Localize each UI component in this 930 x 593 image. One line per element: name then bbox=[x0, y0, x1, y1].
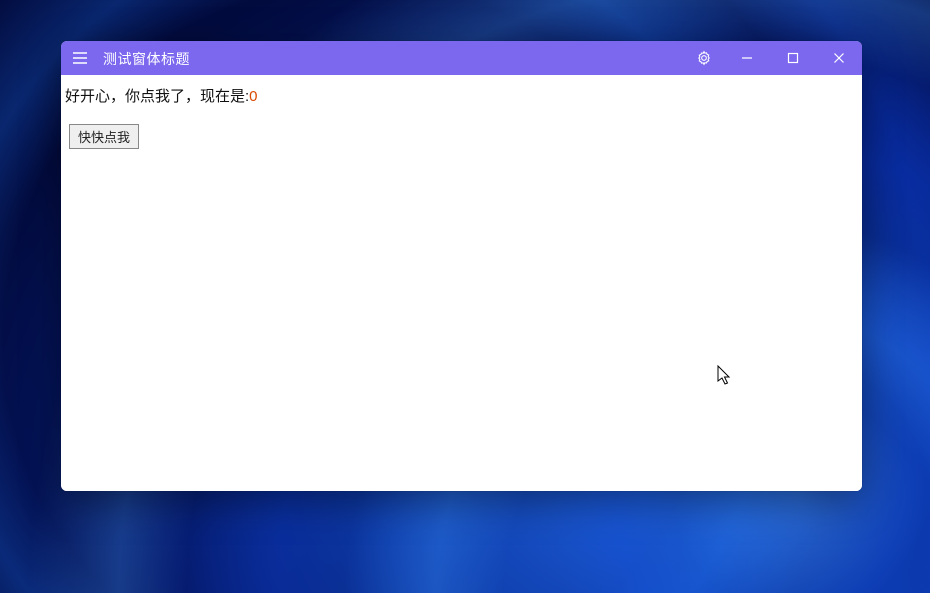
hamburger-menu-icon[interactable] bbox=[61, 41, 99, 75]
minimize-icon bbox=[741, 52, 753, 64]
menu-icon bbox=[72, 51, 88, 65]
click-count: 0 bbox=[249, 88, 257, 105]
maximize-button[interactable] bbox=[770, 41, 816, 75]
app-window: 测试窗体标题 bbox=[61, 41, 862, 491]
click-me-button[interactable]: 快快点我 bbox=[69, 124, 139, 149]
window-controls bbox=[684, 41, 862, 75]
minimize-button[interactable] bbox=[724, 41, 770, 75]
gear-icon bbox=[696, 50, 712, 66]
close-icon bbox=[833, 52, 845, 64]
message-text: 好开心，你点我了，现在是: bbox=[65, 88, 249, 105]
maximize-icon bbox=[787, 52, 799, 64]
window-title: 测试窗体标题 bbox=[99, 47, 190, 69]
settings-button[interactable] bbox=[684, 41, 724, 75]
status-message: 好开心，你点我了，现在是:0 bbox=[61, 75, 862, 112]
window-content: 好开心，你点我了，现在是:0 快快点我 bbox=[61, 75, 862, 491]
close-button[interactable] bbox=[816, 41, 862, 75]
window-titlebar[interactable]: 测试窗体标题 bbox=[61, 41, 862, 75]
